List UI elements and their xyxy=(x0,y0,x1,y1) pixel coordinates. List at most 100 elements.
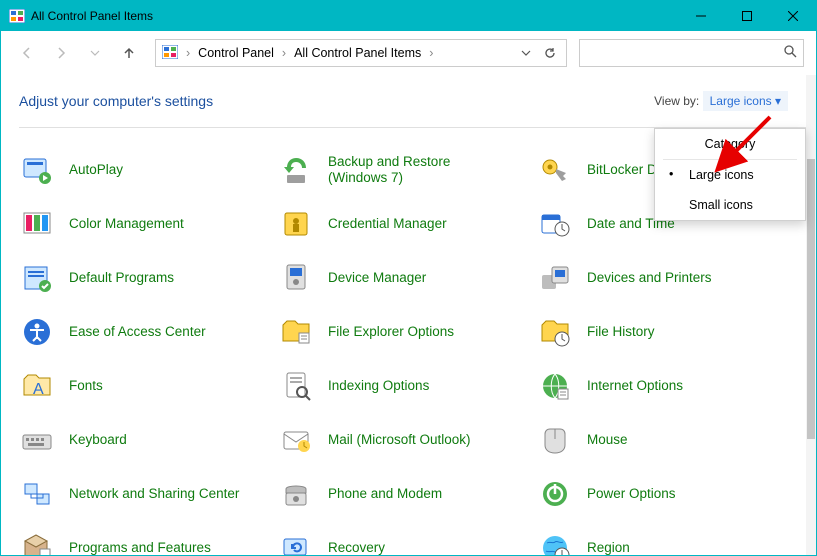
item-label: AutoPlay xyxy=(69,162,123,178)
region-icon xyxy=(537,530,573,555)
search-input[interactable] xyxy=(586,45,783,61)
item-label: Color Management xyxy=(69,216,184,232)
cp-item-phone[interactable]: Phone and Modem xyxy=(278,474,537,514)
cp-item-devicemgr[interactable]: Device Manager xyxy=(278,258,537,298)
devices-icon xyxy=(537,260,573,296)
color-icon xyxy=(19,206,55,242)
item-label: BitLocker Dri xyxy=(587,162,664,178)
scrollbar-thumb[interactable] xyxy=(807,159,815,439)
keyboard-icon xyxy=(19,422,55,458)
view-by-dropdown[interactable]: Large icons ▾ xyxy=(703,91,788,111)
item-label: Internet Options xyxy=(587,378,683,394)
search-box[interactable] xyxy=(579,39,804,67)
view-by-menu: Category Large icons Small icons xyxy=(654,128,806,221)
item-label: Fonts xyxy=(69,378,103,394)
item-label: Network and Sharing Center xyxy=(69,486,239,502)
mail-icon xyxy=(278,422,314,458)
chevron-right-icon[interactable]: › xyxy=(282,46,286,60)
cp-item-mouse[interactable]: Mouse xyxy=(537,420,796,460)
cp-item-programs[interactable]: Programs and Features xyxy=(19,528,278,555)
autoplay-icon xyxy=(19,152,55,188)
recent-dropdown-button[interactable] xyxy=(81,39,109,67)
svg-text:A: A xyxy=(33,381,44,398)
minimize-button[interactable] xyxy=(678,1,724,31)
refresh-button[interactable] xyxy=(540,46,560,60)
item-label: Region xyxy=(587,540,630,555)
internet-icon xyxy=(537,368,573,404)
search-icon[interactable] xyxy=(783,44,797,63)
cp-item-ease[interactable]: Ease of Access Center xyxy=(19,312,278,352)
phone-icon xyxy=(278,476,314,512)
item-label: Recovery xyxy=(328,540,385,555)
close-button[interactable] xyxy=(770,1,816,31)
maximize-button[interactable] xyxy=(724,1,770,31)
cp-item-recovery[interactable]: Recovery xyxy=(278,528,537,555)
cp-item-internet[interactable]: Internet Options xyxy=(537,366,796,406)
cp-item-mail[interactable]: Mail (Microsoft Outlook) xyxy=(278,420,537,460)
item-label: Phone and Modem xyxy=(328,486,442,502)
mouse-icon xyxy=(537,422,573,458)
back-button[interactable] xyxy=(13,39,41,67)
item-label: Backup and Restore (Windows 7) xyxy=(328,154,508,186)
item-label: Device Manager xyxy=(328,270,426,286)
view-option-large-icons[interactable]: Large icons xyxy=(655,160,805,190)
cp-item-indexing[interactable]: Indexing Options xyxy=(278,366,537,406)
filehist-icon xyxy=(537,314,573,350)
item-label: File Explorer Options xyxy=(328,324,454,340)
bitlocker-icon xyxy=(537,152,573,188)
ease-icon xyxy=(19,314,55,350)
cp-item-autoplay[interactable]: AutoPlay xyxy=(19,150,278,190)
page-title: Adjust your computer's settings xyxy=(19,93,213,109)
item-label: Power Options xyxy=(587,486,676,502)
cp-item-credential[interactable]: Credential Manager xyxy=(278,204,537,244)
cp-item-filehist[interactable]: File History xyxy=(537,312,796,352)
datetime-icon xyxy=(537,206,573,242)
title-bar: All Control Panel Items xyxy=(1,1,816,31)
cp-item-keyboard[interactable]: Keyboard xyxy=(19,420,278,460)
address-bar[interactable]: › Control Panel › All Control Panel Item… xyxy=(155,39,567,67)
up-button[interactable] xyxy=(115,39,143,67)
item-label: Mouse xyxy=(587,432,628,448)
breadcrumb-current[interactable]: All Control Panel Items xyxy=(294,46,421,60)
power-icon xyxy=(537,476,573,512)
cp-item-folderopt[interactable]: File Explorer Options xyxy=(278,312,537,352)
cp-item-devices[interactable]: Devices and Printers xyxy=(537,258,796,298)
default-icon xyxy=(19,260,55,296)
credential-icon xyxy=(278,206,314,242)
cp-item-region[interactable]: Region xyxy=(537,528,796,555)
view-option-category[interactable]: Category xyxy=(655,129,805,159)
devicemgr-icon xyxy=(278,260,314,296)
item-label: Credential Manager xyxy=(328,216,447,232)
address-dropdown-button[interactable] xyxy=(516,48,536,58)
cp-item-fonts[interactable]: A Fonts xyxy=(19,366,278,406)
cp-item-backup[interactable]: Backup and Restore (Windows 7) xyxy=(278,150,537,190)
item-label: File History xyxy=(587,324,655,340)
item-label: Keyboard xyxy=(69,432,127,448)
nav-bar: › Control Panel › All Control Panel Item… xyxy=(1,31,816,75)
item-label: Default Programs xyxy=(69,270,174,286)
chevron-right-icon[interactable]: › xyxy=(429,46,433,60)
item-label: Devices and Printers xyxy=(587,270,712,286)
cp-item-default[interactable]: Default Programs xyxy=(19,258,278,298)
window-title: All Control Panel Items xyxy=(31,9,153,23)
view-by-label: View by: xyxy=(654,94,699,108)
cp-item-network[interactable]: Network and Sharing Center xyxy=(19,474,278,514)
item-label: Programs and Features xyxy=(69,540,211,555)
chevron-right-icon[interactable]: › xyxy=(186,46,190,60)
network-icon xyxy=(19,476,55,512)
app-icon xyxy=(9,9,25,23)
view-option-small-icons[interactable]: Small icons xyxy=(655,190,805,220)
cp-item-color[interactable]: Color Management xyxy=(19,204,278,244)
view-by-control: View by: Large icons ▾ xyxy=(654,94,788,108)
breadcrumb-root[interactable]: Control Panel xyxy=(198,46,274,60)
cp-item-power[interactable]: Power Options xyxy=(537,474,796,514)
item-label: Mail (Microsoft Outlook) xyxy=(328,432,471,448)
item-label: Ease of Access Center xyxy=(69,324,206,340)
backup-icon xyxy=(278,152,314,188)
indexing-icon xyxy=(278,368,314,404)
scrollbar[interactable] xyxy=(806,75,816,555)
folderopt-icon xyxy=(278,314,314,350)
item-label: Indexing Options xyxy=(328,378,429,394)
fonts-icon: A xyxy=(19,368,55,404)
forward-button[interactable] xyxy=(47,39,75,67)
